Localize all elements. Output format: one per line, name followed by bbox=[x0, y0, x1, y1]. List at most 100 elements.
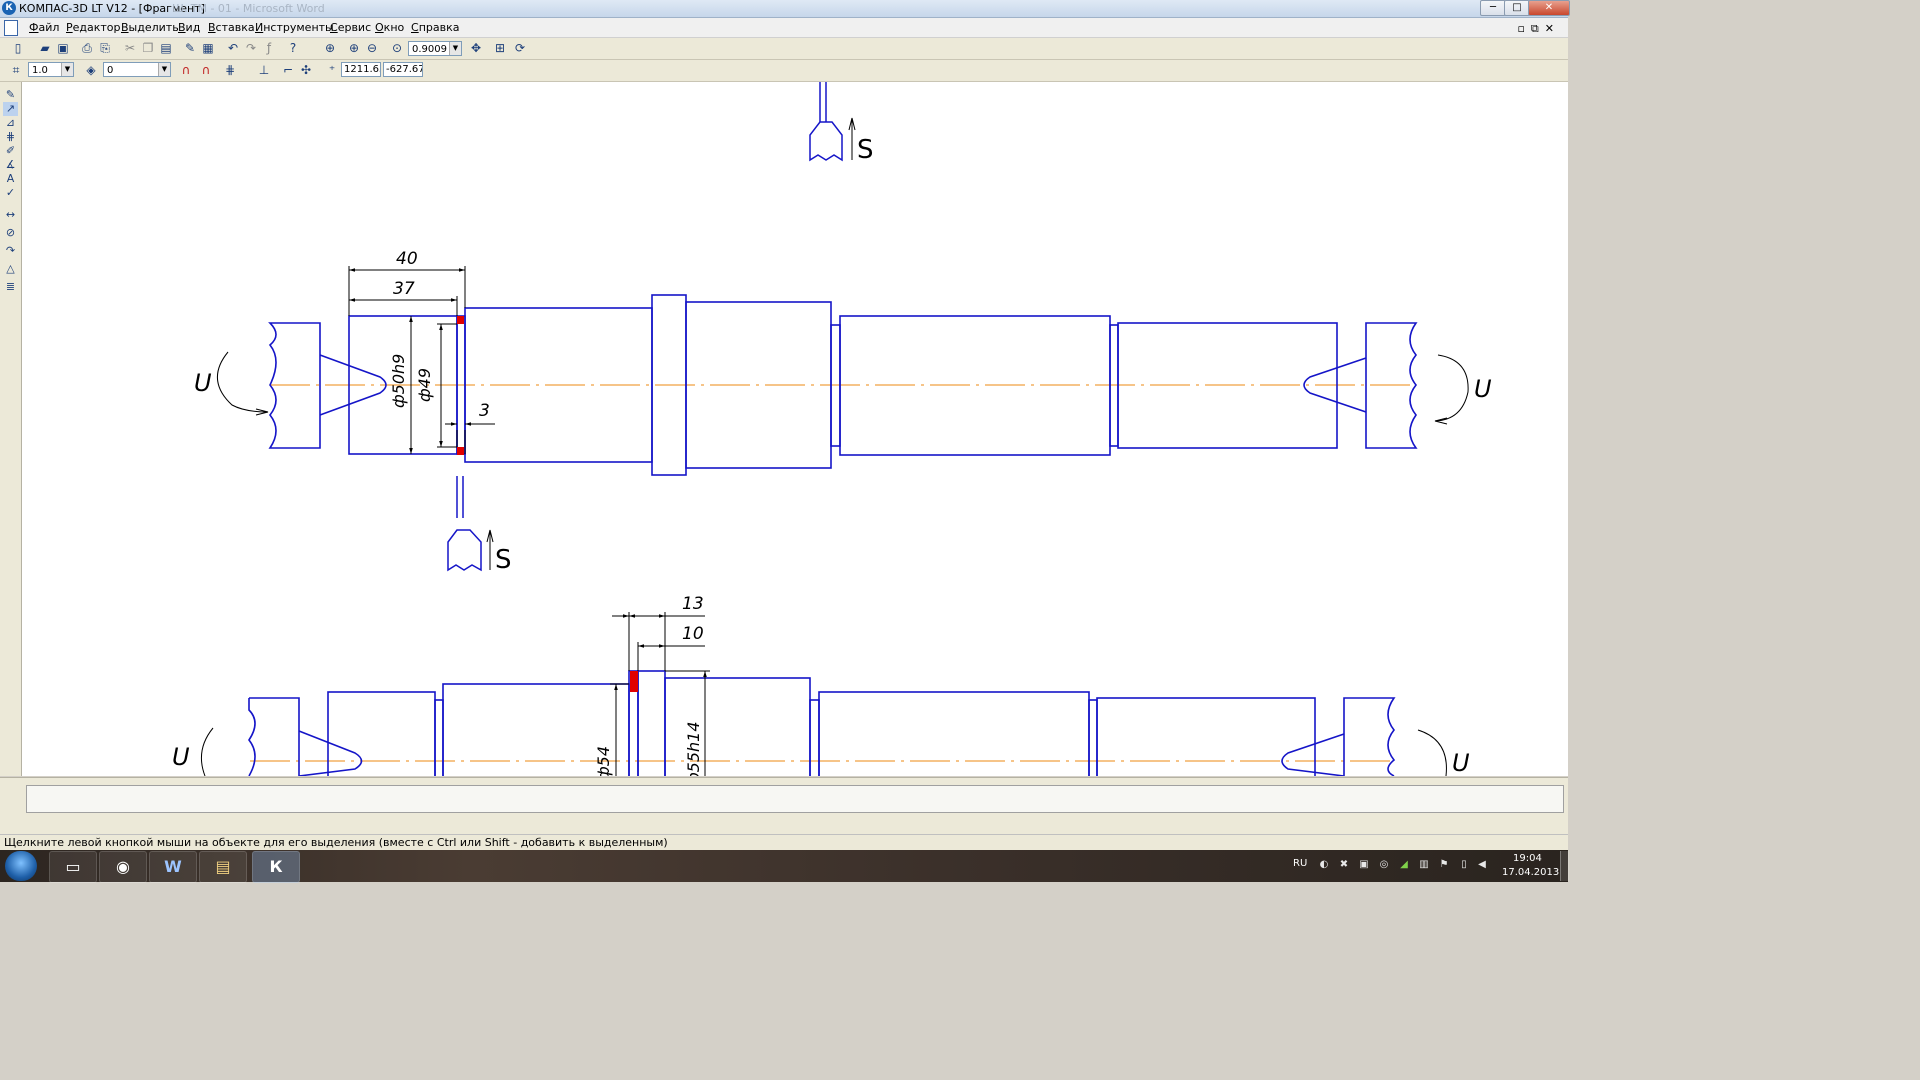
security-tray-icon[interactable]: ✖ bbox=[1338, 859, 1350, 871]
middle-cutting-tool bbox=[447, 476, 491, 572]
property-panel[interactable] bbox=[26, 785, 1564, 813]
cut-icon[interactable]: ✂ bbox=[122, 40, 138, 56]
grid-icon[interactable]: ⋕ bbox=[222, 62, 238, 78]
function-icon[interactable]: ƒ bbox=[261, 40, 277, 56]
clock-date[interactable]: 17.04.2013 bbox=[1502, 867, 1559, 878]
zoom-scale-icon[interactable]: ⊙ bbox=[389, 40, 405, 56]
format-painter-icon[interactable]: ✎ bbox=[182, 40, 198, 56]
print-icon[interactable]: ⎘ bbox=[97, 40, 113, 56]
selection-mark-2 bbox=[457, 447, 464, 455]
dim-3: 3 bbox=[479, 401, 490, 421]
refresh-icon[interactable]: ⊞ bbox=[492, 40, 508, 56]
close-button[interactable]: ✕ bbox=[1528, 0, 1570, 16]
menu-file[interactable]: Файл bbox=[29, 21, 59, 34]
rotation-arrow-left-1 bbox=[216, 351, 269, 413]
display-tray-icon[interactable]: ▥ bbox=[1418, 859, 1430, 871]
paste-icon[interactable]: ▤ bbox=[158, 40, 174, 56]
circle-icon[interactable]: ⊘ bbox=[3, 226, 18, 240]
language-indicator[interactable]: RU bbox=[1293, 858, 1307, 869]
hatch-icon[interactable]: ≣ bbox=[3, 280, 18, 294]
show-desktop-button[interactable] bbox=[1560, 851, 1569, 881]
snap-magnet-icon[interactable]: ∩ bbox=[178, 62, 194, 78]
menu-insert[interactable]: Вставка bbox=[208, 21, 255, 34]
monitor-app-icon[interactable]: ▭ bbox=[49, 851, 97, 883]
arc-icon[interactable]: ↷ bbox=[3, 244, 18, 258]
menu-window[interactable]: Окно bbox=[375, 21, 404, 34]
minimize-button[interactable]: ─ bbox=[1480, 0, 1506, 16]
new-icon[interactable]: ▯ bbox=[10, 40, 26, 56]
edit-icon[interactable]: ✐ bbox=[3, 144, 18, 158]
update-tray-icon[interactable]: ◎ bbox=[1378, 859, 1390, 871]
menu-view[interactable]: Вид bbox=[178, 21, 200, 34]
chevron-down-icon[interactable]: ▼ bbox=[158, 63, 170, 76]
zoom-value: 0.9009 bbox=[412, 44, 447, 55]
symbols-icon[interactable]: ⋕ bbox=[3, 130, 18, 144]
chevron-down-icon[interactable]: ▼ bbox=[449, 42, 461, 55]
redo-icon[interactable]: ↷ bbox=[243, 40, 259, 56]
measure-icon[interactable]: A bbox=[3, 172, 18, 186]
power-tray-icon[interactable]: ▯ bbox=[1458, 859, 1470, 871]
open-icon[interactable]: ▰ bbox=[37, 40, 53, 56]
step-combo[interactable]: 1.0 ▼ bbox=[28, 62, 74, 77]
kompas-app-icon[interactable]: К bbox=[252, 851, 300, 883]
step-icon[interactable]: ⌗ bbox=[8, 62, 24, 78]
copy-icon[interactable]: ❐ bbox=[140, 40, 156, 56]
app-tray-icon[interactable]: ▣ bbox=[1358, 859, 1370, 871]
local-snap-icon[interactable]: ∩ bbox=[198, 62, 214, 78]
zoom-out-icon[interactable]: ⊖ bbox=[364, 40, 380, 56]
round-icon[interactable]: ✣ bbox=[298, 62, 314, 78]
zoom-in-icon[interactable]: ⊕ bbox=[346, 40, 362, 56]
kompas-logo-icon: К bbox=[2, 1, 16, 15]
menu-help[interactable]: Справка bbox=[411, 21, 459, 34]
volume-tray-icon[interactable]: ◀ bbox=[1476, 859, 1488, 871]
menu-edit[interactable]: Редактор bbox=[66, 21, 121, 34]
dimension-lines-1 bbox=[348, 266, 495, 454]
word-app-icon[interactable]: W bbox=[149, 851, 197, 883]
undo-icon[interactable]: ↶ bbox=[225, 40, 241, 56]
dimension-icon[interactable]: ↔ bbox=[3, 208, 18, 222]
chrome-app-icon[interactable]: ◉ bbox=[99, 851, 147, 883]
coord-y-field[interactable]: -627.67 bbox=[383, 62, 423, 77]
drawing-canvas[interactable]: S U U 40 37 ф50h9 ф49 3 S U U 13 10 ф54 … bbox=[22, 82, 1568, 776]
save-icon[interactable]: ▣ bbox=[55, 40, 71, 56]
parametrization-icon[interactable]: ∡ bbox=[3, 158, 18, 172]
nvidia-tray-icon[interactable]: ◢ bbox=[1398, 859, 1410, 871]
flag-tray-icon[interactable]: ⚑ bbox=[1438, 859, 1450, 871]
right-chuck-2 bbox=[1281, 697, 1396, 776]
start-button[interactable] bbox=[5, 851, 37, 881]
size-icon[interactable]: ⊿ bbox=[3, 116, 18, 130]
local-cs-icon[interactable]: ⊥ bbox=[256, 62, 272, 78]
layer-combo[interactable]: 0 ▼ bbox=[103, 62, 171, 77]
document-window-controls[interactable]: ▫⧉✕ bbox=[1517, 22, 1560, 36]
left-chuck-2 bbox=[248, 697, 363, 776]
document-icon[interactable] bbox=[4, 20, 18, 36]
coordinates-icon: ⁺ bbox=[328, 63, 336, 77]
network-tray-icon[interactable]: ◐ bbox=[1318, 859, 1330, 871]
selection-icon[interactable]: ✓ bbox=[3, 186, 18, 200]
select-icon[interactable]: ↗ bbox=[3, 102, 18, 116]
geometry-icon[interactable]: ✎ bbox=[3, 88, 18, 102]
chevron-down-icon[interactable]: ▼ bbox=[61, 63, 73, 76]
menu-service[interactable]: Сервис bbox=[330, 21, 371, 34]
feed-label-middle: S bbox=[495, 545, 512, 575]
menu-select[interactable]: Выделить bbox=[121, 21, 179, 34]
dim-37: 37 bbox=[393, 279, 415, 299]
status-hint: Щелкните левой кнопкой мыши на объекте д… bbox=[4, 836, 668, 849]
help-icon[interactable]: ? bbox=[285, 40, 301, 56]
triangle-icon[interactable]: △ bbox=[3, 262, 18, 276]
explorer-app-icon[interactable]: ▤ bbox=[199, 851, 247, 883]
maximize-button[interactable]: □ bbox=[1504, 0, 1530, 16]
properties-icon[interactable]: ▦ bbox=[200, 40, 216, 56]
pan-icon[interactable]: ✥ bbox=[468, 40, 484, 56]
menu-tools[interactable]: Инструменты bbox=[255, 21, 334, 34]
manager-icon[interactable]: ⟳ bbox=[512, 40, 528, 56]
clock-time[interactable]: 19:04 bbox=[1513, 853, 1542, 864]
dim-d49: ф49 bbox=[415, 368, 434, 402]
coord-x-field[interactable]: 1211.63 bbox=[341, 62, 381, 77]
ortho-icon[interactable]: ⌐ bbox=[280, 62, 296, 78]
zoom-window-icon[interactable]: ⊕ bbox=[322, 40, 338, 56]
layer-icon[interactable]: ◈ bbox=[83, 62, 99, 78]
print-preview-icon[interactable]: ⎙ bbox=[79, 40, 95, 56]
zoom-combo[interactable]: 0.9009 ▼ bbox=[408, 41, 462, 56]
top-cutting-tool bbox=[809, 82, 853, 162]
